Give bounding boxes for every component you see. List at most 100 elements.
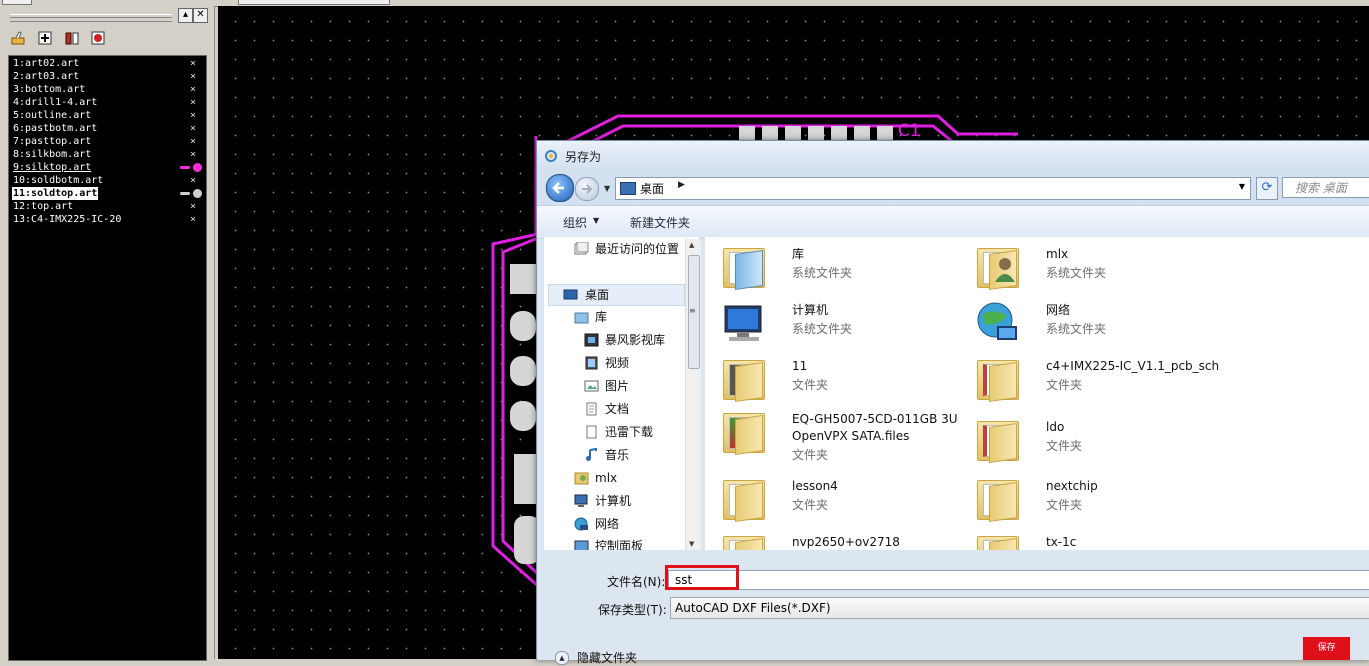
file-type: 系统文件夹 xyxy=(1046,266,1107,280)
save-button[interactable]: 保存 xyxy=(1303,637,1350,660)
nav-item-desktop[interactable]: 桌面 xyxy=(548,284,685,306)
file-item[interactable]: nvp2650+ov2718 xyxy=(721,530,971,550)
layer-color-dot[interactable] xyxy=(193,189,202,198)
layer-row[interactable]: 8:silkbom.art × xyxy=(12,148,202,161)
filetype-label: 保存类型(T): xyxy=(598,603,667,617)
remove-layer-icon[interactable]: × xyxy=(190,109,196,122)
layer-row[interactable]: 10:soldbotm.art × xyxy=(12,174,202,187)
search-input[interactable]: 搜索 桌面 xyxy=(1282,177,1369,198)
file-item[interactable]: tx-1c xyxy=(975,530,1225,550)
remove-layer-icon[interactable]: × xyxy=(190,135,196,148)
remove-layer-icon[interactable]: × xyxy=(190,96,196,109)
file-name: 计算机 xyxy=(792,303,829,317)
organize-dropdown-icon[interactable]: ▼ xyxy=(593,216,599,225)
remove-layer-icon[interactable]: × xyxy=(190,122,196,135)
file-item[interactable]: 计算机 系统文件夹 xyxy=(721,298,971,348)
layer-color-bar[interactable] xyxy=(180,192,190,195)
file-item[interactable]: c4+IMX225-IC_V1.1_pcb_sch 文件夹 xyxy=(975,354,1225,404)
remove-layer-icon[interactable]: × xyxy=(190,174,196,187)
network-icon xyxy=(977,302,1017,340)
folder-icon xyxy=(975,417,1021,463)
back-button[interactable] xyxy=(546,174,574,202)
scroll-down-icon[interactable]: ▼ xyxy=(689,540,694,548)
computer-icon xyxy=(724,305,762,341)
address-location[interactable]: 桌面 xyxy=(640,180,664,197)
layer-row[interactable]: 2:art03.art × xyxy=(12,70,202,83)
layer-toolbar xyxy=(10,30,113,48)
computer-icon xyxy=(574,494,588,507)
layer-row[interactable]: 5:outline.art × xyxy=(12,109,202,122)
dialog-titlebar[interactable]: 另存为 xyxy=(537,141,1369,171)
delete-layer-icon[interactable] xyxy=(90,30,106,46)
new-folder-button[interactable]: 新建文件夹 xyxy=(630,214,690,231)
nav-scrollbar[interactable]: ▲ ≡ ▼ xyxy=(685,239,701,550)
filetype-select[interactable]: AutoCAD DXF Files(*.DXF) xyxy=(670,597,1369,619)
nav-label: 视频 xyxy=(605,356,630,370)
refresh-button[interactable]: ⟳ xyxy=(1256,177,1278,200)
layer-row[interactable]: 1:art02.art × xyxy=(12,57,202,70)
layer-row[interactable]: 13:C4-IMX225-IC-20 × xyxy=(12,213,202,226)
address-box[interactable]: 桌面 ▶ ▼ xyxy=(615,177,1251,200)
nav-label: 库 xyxy=(595,310,608,324)
scroll-up-icon[interactable]: ▲ xyxy=(689,241,694,249)
layer-name: 13:C4-IMX225-IC-20 xyxy=(13,214,122,225)
layer-row[interactable]: 12:top.art × xyxy=(12,200,202,213)
folder-icon xyxy=(721,476,767,522)
layer-row[interactable]: 7:pasttop.art × xyxy=(12,135,202,148)
file-item[interactable]: 网络 系统文件夹 xyxy=(975,298,1225,348)
dialog-app-icon xyxy=(545,150,557,162)
file-name: EQ-GH5007-5CD-011GB 3U OpenVPX SATA.file… xyxy=(792,412,958,443)
remove-layer-icon[interactable]: × xyxy=(190,57,196,70)
file-name: 库 xyxy=(792,247,805,261)
forward-button[interactable] xyxy=(575,177,599,201)
network-icon xyxy=(574,517,588,531)
layer-row[interactable]: 6:pastbotm.art × xyxy=(12,122,202,135)
layer-color-bar[interactable] xyxy=(180,166,190,169)
open-layer-icon[interactable] xyxy=(10,30,26,46)
file-item[interactable]: lesson4 文件夹 xyxy=(721,474,971,524)
recent-places-icon xyxy=(574,242,589,255)
file-item[interactable]: ldo 文件夹 xyxy=(975,415,1225,465)
layer-color-dot[interactable] xyxy=(193,163,202,172)
panel-close-button[interactable]: ✕ xyxy=(193,8,208,23)
layer-name: 12:top.art xyxy=(13,201,74,212)
document-icon xyxy=(586,402,597,416)
remove-layer-icon[interactable]: × xyxy=(190,213,196,226)
layer-row[interactable]: 4:drill1-4.art × xyxy=(12,96,202,109)
video-library-icon xyxy=(584,333,599,347)
file-item[interactable]: mlx 系统文件夹 xyxy=(975,242,1225,292)
file-name: 11 xyxy=(792,359,808,373)
layer-row-selected[interactable]: 11:soldtop.art xyxy=(12,187,202,200)
layer-row[interactable]: 3:bottom.art × xyxy=(12,83,202,96)
top-strip-tab[interactable] xyxy=(2,0,32,5)
panel-grip[interactable] xyxy=(10,14,172,22)
layer-name: 6:pastbotm.art xyxy=(13,123,98,134)
layer-name: 9:silktop.art xyxy=(13,162,92,173)
file-item[interactable]: nextchip 文件夹 xyxy=(975,474,1225,524)
nav-label: 迅雷下载 xyxy=(605,425,654,439)
file-item[interactable]: EQ-GH5007-5CD-011GB 3U OpenVPX SATA.file… xyxy=(721,407,971,463)
file-item[interactable]: 库 系统文件夹 xyxy=(721,242,971,292)
organize-button[interactable]: 组织 xyxy=(563,214,587,231)
address-dropdown-icon[interactable]: ▼ xyxy=(1239,182,1245,191)
scroll-grip-icon: ≡ xyxy=(689,306,696,315)
add-layer-icon[interactable] xyxy=(37,30,53,46)
file-type: 系统文件夹 xyxy=(792,266,853,280)
breadcrumb-chevron-icon[interactable]: ▶ xyxy=(678,180,685,190)
file-type: 文件夹 xyxy=(1046,439,1083,453)
remove-layer-icon[interactable]: × xyxy=(190,83,196,96)
folder-icon xyxy=(721,532,767,550)
filename-input[interactable]: sst xyxy=(668,570,1369,590)
refdes-label: C1 xyxy=(898,121,921,141)
layer-name: 8:silkbom.art xyxy=(13,149,92,160)
remove-layer-icon[interactable]: × xyxy=(190,148,196,161)
top-strip-field[interactable] xyxy=(238,0,390,5)
layers-book-icon[interactable] xyxy=(64,30,80,46)
layer-row-active[interactable]: 9:silktop.art xyxy=(12,161,202,174)
remove-layer-icon[interactable]: × xyxy=(190,70,196,83)
file-item[interactable]: 11 文件夹 xyxy=(721,354,971,404)
recent-pages-dropdown-icon[interactable]: ▼ xyxy=(604,184,610,193)
panel-minimize-button[interactable]: ▴ xyxy=(178,8,193,23)
file-name: nvp2650+ov2718 xyxy=(792,535,900,549)
remove-layer-icon[interactable]: × xyxy=(190,200,196,213)
